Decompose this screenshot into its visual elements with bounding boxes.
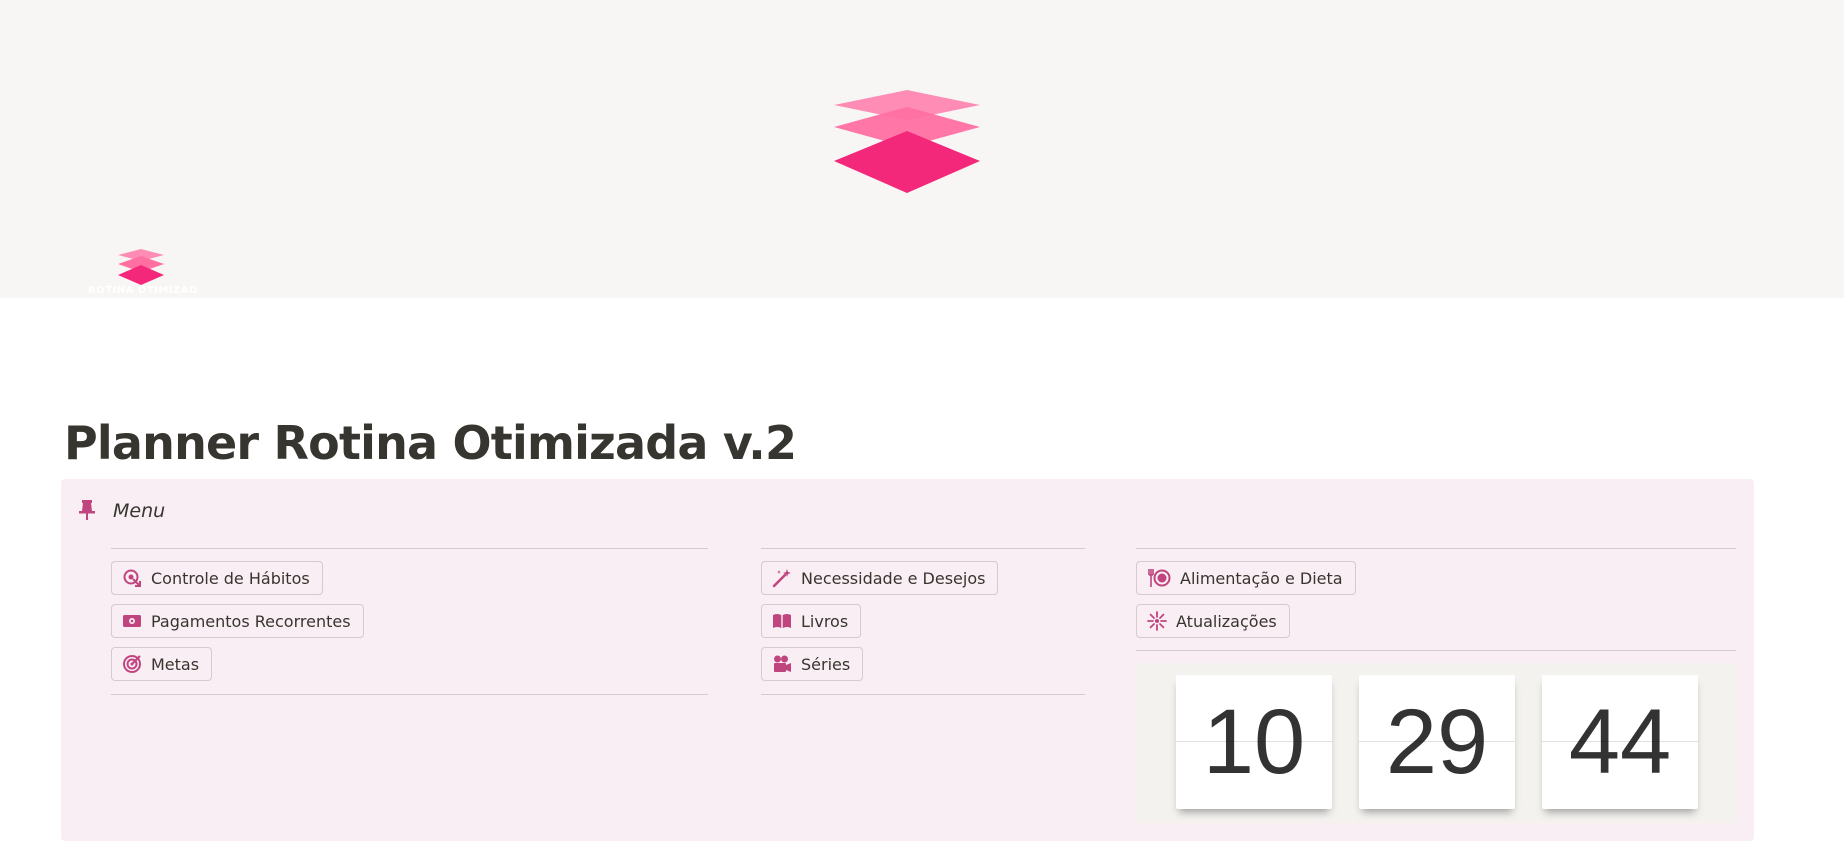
open-book-icon: [772, 611, 792, 631]
money-bill-icon: [122, 611, 142, 631]
clock-hours: 10: [1176, 675, 1332, 809]
plate-utensils-icon: [1147, 568, 1171, 588]
controle-habitos-button[interactable]: Controle de Hábitos: [111, 561, 323, 595]
bullseye-icon: [122, 654, 142, 674]
callout-title: Menu: [113, 500, 166, 522]
nav-label: Controle de Hábitos: [151, 568, 310, 588]
atualizacoes-button[interactable]: Atualizações: [1136, 604, 1290, 638]
nav-label: Metas: [151, 654, 200, 674]
page-icon[interactable]: [116, 248, 166, 286]
metas-button[interactable]: Metas: [111, 647, 213, 681]
film-camera-icon: [772, 654, 792, 674]
nav-label: Livros: [801, 611, 849, 631]
nav-label: Atualizações: [1176, 611, 1277, 631]
pagamentos-recorrentes-button[interactable]: Pagamentos Recorrentes: [111, 604, 364, 638]
divider: [111, 694, 708, 695]
divider: [761, 694, 1085, 695]
stacked-layers-icon: [834, 90, 980, 193]
clock-seconds: 44: [1542, 675, 1698, 809]
pushpin-icon: [79, 500, 95, 520]
sparkle-burst-icon: [1147, 611, 1167, 631]
nav-label: Necessidade e Desejos: [801, 568, 986, 588]
nav-label: Pagamentos Recorrentes: [151, 611, 351, 631]
livros-button[interactable]: Livros: [761, 604, 862, 638]
clock-minutes: 29: [1359, 675, 1515, 809]
nav-label: Alimentação e Dieta: [1180, 568, 1343, 588]
page-cover[interactable]: [0, 0, 1844, 298]
divider: [1136, 548, 1736, 549]
flip-clock-widget: 10 29 44: [1136, 663, 1736, 823]
series-button[interactable]: Séries: [761, 647, 864, 681]
divider: [111, 548, 708, 549]
necessidade-desejos-button[interactable]: Necessidade e Desejos: [761, 561, 999, 595]
magic-wand-icon: [772, 568, 792, 588]
divider: [1136, 650, 1736, 651]
page-icon-caption: ROTINA OTIMIZADA: [88, 285, 198, 296]
page-title[interactable]: Planner Rotina Otimizada v.2: [64, 416, 797, 470]
target-arrow-icon: [122, 568, 142, 588]
menu-callout: Menu Controle de Hábitos Pagamentos Reco…: [61, 479, 1754, 841]
divider: [761, 548, 1085, 549]
alimentacao-dieta-button[interactable]: Alimentação e Dieta: [1136, 561, 1356, 595]
nav-label: Séries: [801, 654, 851, 674]
